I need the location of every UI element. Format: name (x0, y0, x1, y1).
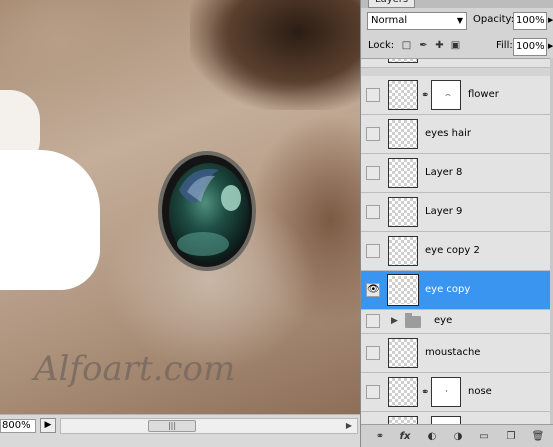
visibility-toggle[interactable] (366, 314, 380, 328)
layer-name: Layer 8 (425, 167, 463, 178)
fill-label: Fill: (496, 40, 513, 51)
layer-mask-thumbnail[interactable]: ⌢ (431, 80, 461, 110)
chain-link-icon[interactable]: ⚭ (421, 387, 429, 398)
layer-thumbnail (388, 416, 418, 424)
layer-row[interactable]: Layer 8 (361, 154, 553, 193)
eye-icon: 👁 (367, 284, 380, 295)
layer-group-row[interactable]: ▶ eye (361, 310, 553, 334)
visibility-toggle[interactable] (366, 346, 380, 360)
layer-name: eye copy 2 (425, 245, 480, 256)
blend-mode-value: Normal (371, 15, 408, 26)
visibility-toggle[interactable] (366, 127, 380, 141)
document-info-button[interactable]: ▶ (40, 418, 56, 433)
adjustment-icon[interactable]: ◑ (451, 430, 465, 444)
lock-transparent-pixels-icon[interactable]: □ (401, 40, 412, 51)
layer-thumbnail (388, 80, 418, 110)
opacity-field[interactable]: 100% (513, 12, 547, 30)
lock-position-icon[interactable]: ✚ (434, 40, 445, 51)
mask-icon[interactable]: ◐ (425, 430, 439, 444)
trash-icon[interactable]: 🗑 (531, 430, 545, 444)
white-background (0, 150, 100, 290)
new-layer-icon[interactable]: ❐ (504, 430, 518, 444)
layers-panel: Layers Normal ▼ Opacity: 100% ▶ Lock: □ … (360, 0, 553, 447)
lock-label: Lock: (368, 40, 395, 51)
fill-arrow-icon[interactable]: ▶ (548, 42, 553, 50)
mask-mark: ⌢ (445, 90, 451, 100)
layer-mask-thumbnail[interactable]: · (431, 377, 461, 407)
layer-thumbnail (388, 197, 418, 227)
layer-thumbnail (388, 377, 418, 407)
layer-thumbnail (388, 119, 418, 149)
blend-mode-select[interactable]: Normal ▼ (367, 12, 467, 30)
lock-all-icon[interactable]: ▣ (450, 40, 461, 51)
visibility-toggle[interactable] (366, 205, 380, 219)
chevron-down-icon: ▼ (456, 16, 463, 25)
visibility-toggle[interactable] (366, 166, 380, 180)
scroll-right-arrow-icon[interactable]: ▶ (343, 420, 355, 432)
document-canvas[interactable]: Alfoart.com (0, 0, 360, 414)
visibility-toggle[interactable] (366, 244, 380, 258)
dark-fur-region (190, 0, 360, 110)
eye-illustration (158, 151, 256, 271)
layer-name: moustache (425, 347, 481, 358)
layer-row[interactable]: eye copy 2 (361, 232, 553, 271)
layer-row-partial[interactable] (361, 59, 553, 68)
watermark-text: Alfoart.com (34, 349, 236, 389)
layer-row[interactable]: ⚭ · nose (361, 373, 553, 412)
layer-row-selected[interactable]: 👁 eye copy (361, 271, 553, 310)
visibility-toggle[interactable] (366, 88, 380, 102)
layer-row[interactable]: ⚭ ⌢ flower (361, 76, 553, 115)
layer-row[interactable]: moustache (361, 334, 553, 373)
layer-row[interactable]: Layer 9 (361, 193, 553, 232)
layer-name: Layer 9 (425, 206, 463, 217)
horizontal-scrollbar[interactable]: ||| ▶ (60, 418, 358, 434)
layer-thumbnail (388, 236, 418, 266)
layer-thumbnail (388, 338, 418, 368)
layer-row[interactable]: ⚭ brushes (361, 412, 553, 424)
layer-name: eye copy (425, 284, 471, 295)
opacity-label: Opacity: (473, 14, 515, 25)
layers-list: ⚭ ⌢ flower eyes hair Layer 8 Layer 9 eye… (361, 58, 553, 424)
status-bar: 800% ▶ ||| ▶ (0, 414, 360, 447)
layer-row[interactable]: eyes hair (361, 115, 553, 154)
chain-link-icon[interactable]: ⚭ (421, 90, 429, 101)
layer-name: flower (468, 89, 499, 100)
fill-field[interactable]: 100% (513, 38, 547, 56)
group-icon[interactable]: ▭ (477, 430, 491, 444)
folder-icon (405, 313, 421, 328)
zoom-level-field[interactable]: 800% (0, 419, 36, 433)
visibility-toggle[interactable]: 👁 (366, 283, 380, 297)
link-icon[interactable]: ⚭ (373, 430, 387, 444)
panel-tab-row: Layers (361, 0, 553, 8)
opacity-arrow-icon[interactable]: ▶ (548, 16, 553, 24)
scrollbar-thumb[interactable]: ||| (148, 420, 196, 432)
layer-name: nose (468, 386, 492, 397)
mask-mark: · (445, 387, 448, 397)
layer-mask-thumbnail[interactable] (431, 416, 461, 424)
layer-name: eyes hair (425, 128, 471, 139)
tab-layers[interactable]: Layers (368, 0, 416, 8)
layer-thumbnail (388, 158, 418, 188)
visibility-toggle[interactable] (366, 385, 380, 399)
lock-image-pixels-icon[interactable]: ✒ (418, 40, 429, 51)
group-name: eye (434, 315, 453, 326)
expand-arrow-icon[interactable]: ▶ (391, 316, 398, 326)
fx-icon[interactable]: fx (398, 430, 412, 444)
panel-footer: ⚭ fx ◐ ◑ ▭ ❐ 🗑 (361, 424, 553, 447)
layer-thumbnail (387, 274, 419, 306)
layer-thumbnail (388, 59, 418, 63)
